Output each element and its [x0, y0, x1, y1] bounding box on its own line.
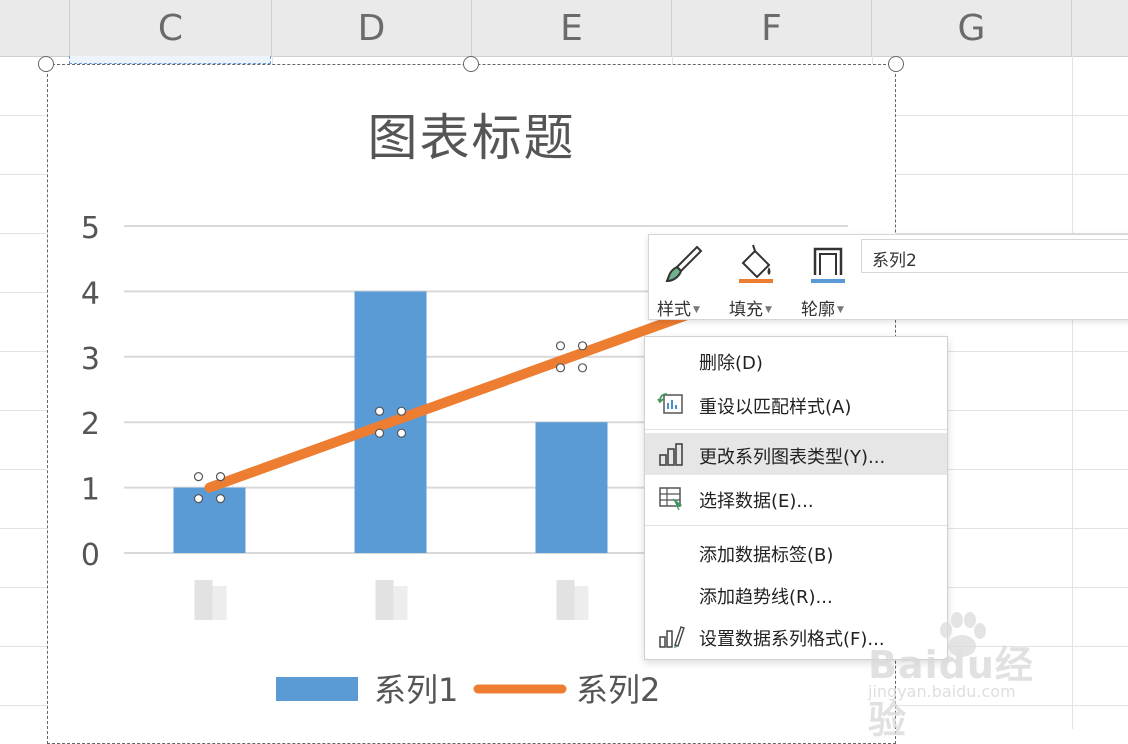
category-label	[375, 580, 394, 620]
reset-style-icon	[657, 393, 683, 414]
chart-format-toolbar: 样式 ▼ 填充 ▼ 轮廓 ▼ 系列2	[648, 234, 1128, 320]
menu-item-change-chart-type[interactable]: 更改系列图表类型(Y)...	[645, 433, 947, 475]
y-tick-label: 5	[81, 211, 100, 246]
point-selection-handle[interactable]	[215, 472, 226, 482]
menu-item-select-data[interactable]: 选择数据(E)...	[645, 477, 947, 519]
point-selection-handle[interactable]	[577, 363, 588, 373]
point-selection-handle[interactable]	[577, 341, 588, 351]
fill-label: 填充	[729, 300, 763, 320]
caret-down-icon: ▼	[765, 305, 772, 315]
outline-button[interactable]: 轮廓 ▼	[797, 241, 857, 320]
y-tick-label: 3	[81, 342, 100, 377]
fill-button[interactable]: 填充 ▼	[725, 241, 785, 320]
y-tick-label: 2	[81, 407, 100, 442]
menu-item-label: 重设以匹配样式(A)	[699, 397, 852, 418]
menu-item-label: 设置数据系列格式(F)...	[699, 629, 885, 650]
menu-item-label: 更改系列图表类型(Y)...	[699, 447, 886, 468]
caret-down-icon: ▼	[837, 305, 844, 315]
menu-item-delete[interactable]: 删除(D)	[645, 339, 947, 381]
outline-label: 轮廓	[801, 300, 835, 320]
bar[interactable]	[535, 422, 608, 553]
point-selection-handle[interactable]	[374, 428, 385, 438]
y-tick-label: 1	[81, 473, 100, 508]
category-label	[212, 586, 227, 620]
menu-item-label: 选择数据(E)...	[699, 491, 814, 512]
menu-item-add-data-labels[interactable]: 添加数据标签(B)	[645, 531, 947, 573]
point-selection-handle[interactable]	[374, 406, 385, 416]
style-label: 样式	[657, 300, 691, 320]
legend-swatch-bar	[276, 677, 358, 701]
bar-chart-icon	[659, 443, 683, 466]
category-label	[556, 580, 575, 620]
point-selection-handle[interactable]	[555, 363, 566, 373]
point-selection-handle[interactable]	[396, 406, 407, 416]
menu-item-label: 添加趋势线(R)...	[699, 587, 833, 608]
outline-icon	[811, 247, 845, 283]
menu-item-reset-style[interactable]: 重设以匹配样式(A)	[645, 383, 947, 425]
category-label	[194, 580, 213, 620]
menu-item-label: 添加数据标签(B)	[699, 545, 834, 566]
point-selection-handle[interactable]	[555, 341, 566, 351]
category-label	[393, 586, 408, 620]
select-data-icon	[659, 487, 683, 511]
caret-down-icon: ▼	[693, 305, 700, 315]
category-label	[574, 586, 589, 620]
fill-bucket-icon	[739, 244, 773, 283]
y-tick-label: 0	[81, 538, 100, 573]
point-selection-handle[interactable]	[193, 494, 204, 504]
point-selection-handle[interactable]	[396, 428, 407, 438]
point-selection-handle[interactable]	[193, 472, 204, 482]
legend-label-series1[interactable]: 系列1	[374, 671, 458, 709]
brush-icon	[665, 245, 703, 283]
legend-label-series2[interactable]: 系列2	[576, 671, 660, 709]
watermark-url: jingyan.baidu.com	[868, 682, 1016, 701]
style-button[interactable]: 样式 ▼	[653, 241, 713, 320]
bar[interactable]	[173, 487, 246, 553]
menu-separator	[645, 429, 947, 430]
watermark: Baidu经验 jingyan.baidu.com	[868, 606, 1068, 742]
menu-separator	[645, 525, 947, 526]
series-selector[interactable]: 系列2	[861, 239, 1128, 273]
point-selection-handle[interactable]	[215, 494, 226, 504]
format-series-icon	[659, 626, 685, 648]
y-tick-label: 4	[81, 276, 100, 311]
menu-item-label: 删除(D)	[699, 353, 763, 374]
